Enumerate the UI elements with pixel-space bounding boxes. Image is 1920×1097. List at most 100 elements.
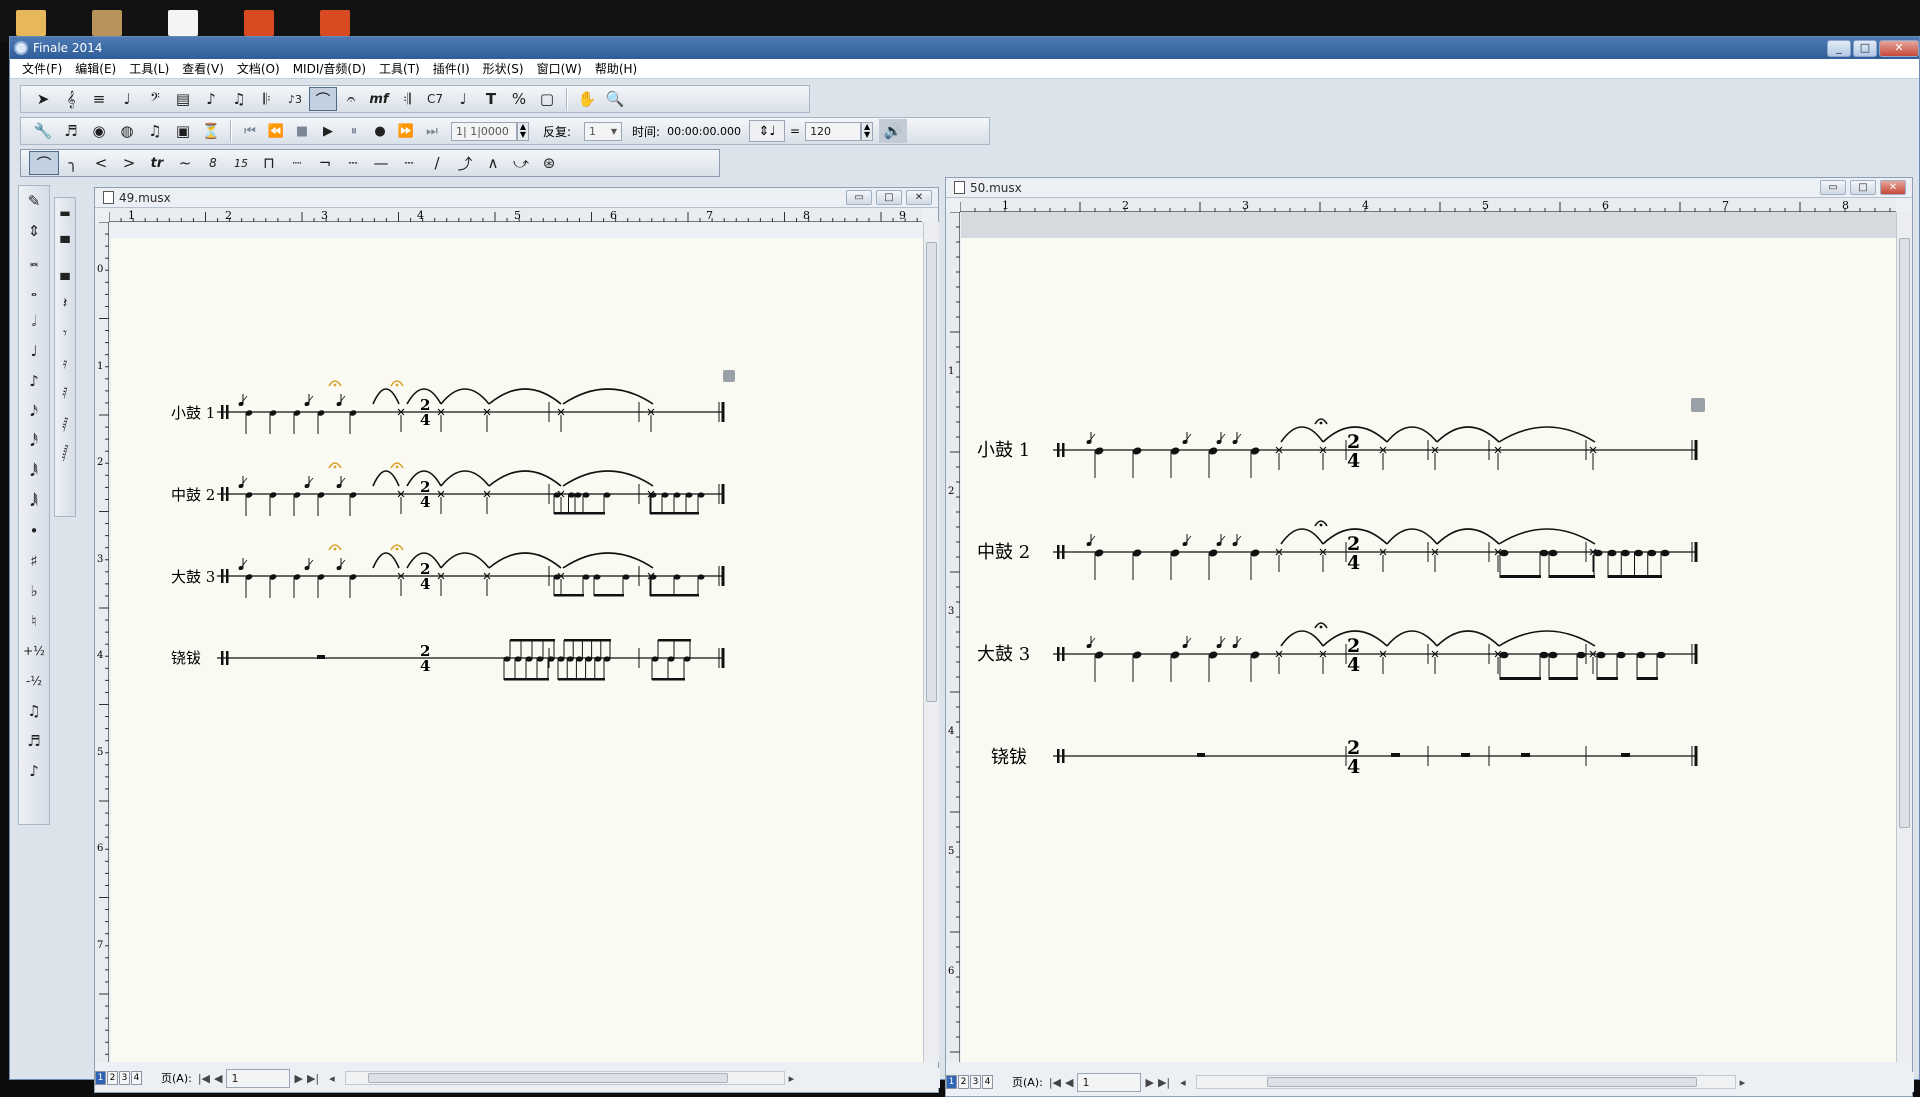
custom-line-icon[interactable]: ∧ bbox=[479, 151, 507, 175]
sharp-icon[interactable]: ♯ bbox=[19, 546, 49, 576]
horizontal-scrollbar-thumb[interactable] bbox=[367, 1073, 728, 1083]
bend-hat-icon[interactable]: ⤴ bbox=[451, 151, 479, 175]
menu-help[interactable]: 帮助(H) bbox=[595, 60, 637, 77]
whole-note-icon[interactable]: 𝅝 bbox=[19, 276, 49, 306]
score-page[interactable]: 小鼓 1 中鼓 2 大鼓 3 铙钹 24242424 bbox=[961, 238, 1896, 1062]
menu-view[interactable]: 查看(V) bbox=[182, 60, 224, 77]
thirtysecond-rest-icon[interactable]: 𝅀 bbox=[55, 378, 75, 408]
pitch-icon[interactable]: ⇕ bbox=[19, 216, 49, 246]
doc-close-button[interactable]: ✕ bbox=[906, 190, 932, 205]
trill-icon[interactable]: tr bbox=[143, 151, 171, 175]
menu-tools-l[interactable]: 工具(L) bbox=[129, 60, 169, 77]
page-number-field[interactable]: 1 bbox=[226, 1068, 291, 1088]
dashed-slur-icon[interactable]: ╮ bbox=[59, 151, 87, 175]
tempo-note-select[interactable]: ⇕♩ bbox=[749, 120, 785, 142]
articulation-tool-icon[interactable]: 𝄐 bbox=[337, 87, 365, 111]
dashed-line-icon[interactable]: ┄ bbox=[395, 151, 423, 175]
first-page-button[interactable]: |◀ bbox=[1049, 1076, 1061, 1089]
page-tab[interactable]: 4 bbox=[131, 1071, 142, 1085]
line-icon[interactable]: — bbox=[367, 151, 395, 175]
horizontal-scrollbar[interactable] bbox=[344, 1071, 785, 1085]
minimize-button[interactable]: _ bbox=[1827, 39, 1851, 57]
metronome-icon[interactable]: ⏳ bbox=[197, 119, 225, 143]
vertical-scrollbar[interactable] bbox=[923, 222, 939, 1062]
simple-entry-icon[interactable]: ≡ bbox=[85, 87, 113, 111]
doc-minimize-button[interactable]: ▭ bbox=[1820, 180, 1846, 195]
menu-tools-t[interactable]: 工具(T) bbox=[379, 60, 420, 77]
prev-page-button[interactable]: ◀ bbox=[1065, 1076, 1073, 1089]
wrench-icon[interactable]: 🔧 bbox=[29, 119, 57, 143]
bracket-icon[interactable]: ⊓ bbox=[255, 151, 283, 175]
quarter-rest-icon[interactable]: 𝄽 bbox=[55, 288, 75, 318]
selection-tool-icon[interactable]: ➤ bbox=[29, 87, 57, 111]
thirtysecond-note-icon[interactable]: 𝅘𝅥𝅰 bbox=[19, 426, 49, 456]
score-canvas[interactable]: 小鼓 1 中鼓 2 大鼓 3 铙钹 24242424 bbox=[961, 238, 1896, 1062]
clef-tool-icon[interactable]: 𝄢 bbox=[141, 87, 169, 111]
fast-forward-icon[interactable]: ⏩ bbox=[393, 120, 419, 142]
page-number-field[interactable]: 1 bbox=[1077, 1072, 1142, 1092]
last-page-button[interactable]: ▶| bbox=[1158, 1076, 1170, 1089]
speaker-icon[interactable]: 🔊 bbox=[879, 119, 908, 143]
measure-counter-field[interactable]: 1| 1|0000 bbox=[451, 121, 517, 141]
trill-extension-icon[interactable]: ∼ bbox=[171, 151, 199, 175]
eighth-note-icon[interactable]: ♪ bbox=[19, 366, 49, 396]
sixteenth-rest-icon[interactable]: 𝄿 bbox=[55, 348, 75, 378]
next-page-button[interactable]: ▶ bbox=[1145, 1076, 1153, 1089]
onetwentyeighth-note-icon[interactable]: 𝅘𝅥𝅲 bbox=[19, 486, 49, 516]
midi-icon[interactable]: ♬ bbox=[57, 119, 85, 143]
next-page-button[interactable]: ▶ bbox=[294, 1072, 302, 1085]
quindicesima-icon[interactable]: 15 bbox=[227, 151, 255, 175]
crescendo-icon[interactable]: < bbox=[87, 151, 115, 175]
pause-icon[interactable]: ⏸ bbox=[341, 120, 367, 142]
menu-file[interactable]: 文件(F) bbox=[22, 60, 62, 77]
tempo-spinner[interactable]: ▲ ▼ bbox=[861, 121, 874, 141]
rewind-start-icon[interactable]: ⏮ bbox=[237, 120, 263, 142]
expression-tool-icon[interactable]: mf bbox=[365, 87, 393, 111]
repeat-select[interactable]: 1 ▼ bbox=[584, 121, 623, 141]
glissando-icon[interactable]: / bbox=[423, 151, 451, 175]
whole-rest-icon[interactable]: ▀ bbox=[55, 228, 75, 258]
record-setup-icon[interactable]: ▣ bbox=[169, 119, 197, 143]
menu-window[interactable]: 窗口(W) bbox=[537, 60, 582, 77]
mirror-tool-icon[interactable]: 𝄆 bbox=[253, 87, 281, 111]
decrescendo-icon[interactable]: > bbox=[115, 151, 143, 175]
powerpoint-file-icon[interactable] bbox=[314, 6, 358, 40]
counter-spinner[interactable]: ▲ ▼ bbox=[517, 121, 529, 141]
scroll-left-arrow[interactable]: ◂ bbox=[1180, 1076, 1186, 1089]
horizontal-scrollbar[interactable] bbox=[1195, 1075, 1736, 1089]
note-tool-icon[interactable]: ♪ bbox=[197, 87, 225, 111]
page-tab[interactable]: 3 bbox=[119, 1071, 130, 1085]
last-page-button[interactable]: ▶| bbox=[307, 1072, 319, 1085]
menu-document[interactable]: 文档(O) bbox=[237, 60, 280, 77]
menu-midi-audio[interactable]: MIDI/音频(D) bbox=[293, 60, 366, 77]
powerpoint-file-icon[interactable] bbox=[238, 6, 282, 40]
rewind-icon[interactable]: ⏪ bbox=[263, 120, 289, 142]
doc-close-button[interactable]: ✕ bbox=[1880, 180, 1906, 195]
text-tool-icon[interactable]: T bbox=[477, 87, 505, 111]
doc-minimize-button[interactable]: ▭ bbox=[846, 190, 872, 205]
tuplet-icon[interactable]: ♬ bbox=[19, 726, 49, 756]
doc-maximize-button[interactable]: □ bbox=[1850, 180, 1876, 195]
tab-slide-icon[interactable]: ⤻ bbox=[507, 151, 535, 175]
scroll-right-arrow[interactable]: ▸ bbox=[1740, 1076, 1746, 1089]
half-rest-icon[interactable]: ▄ bbox=[55, 258, 75, 288]
scroll-right-arrow[interactable]: ▸ bbox=[789, 1072, 795, 1085]
eraser-icon[interactable]: ✎ bbox=[19, 186, 49, 216]
custom-shape-icon[interactable]: ⊛ bbox=[535, 151, 563, 175]
first-page-button[interactable]: |◀ bbox=[198, 1072, 210, 1085]
flat-icon[interactable]: ♭ bbox=[19, 576, 49, 606]
vertical-scrollbar-thumb[interactable] bbox=[926, 242, 937, 702]
sixtyfourth-note-icon[interactable]: 𝅘𝅥𝅱 bbox=[19, 456, 49, 486]
eighth-rest-icon[interactable]: 𝄾 bbox=[55, 318, 75, 348]
breve-icon[interactable]: 𝅜 bbox=[19, 246, 49, 276]
maximize-button[interactable]: □ bbox=[1853, 39, 1877, 57]
vertical-scrollbar[interactable] bbox=[1896, 212, 1912, 1062]
hand-grabber-icon[interactable]: ✋ bbox=[573, 87, 601, 111]
dot-icon[interactable]: • bbox=[19, 516, 49, 546]
score-page[interactable]: 小鼓 1 中鼓 2 大鼓 3 铙钹 24242424 bbox=[111, 238, 923, 1062]
breve-rest-icon[interactable]: ▬ bbox=[55, 198, 75, 228]
grace-note-icon[interactable]: ♪ bbox=[19, 756, 49, 786]
record-icon[interactable]: ● bbox=[367, 120, 393, 142]
folder-video-icon[interactable] bbox=[86, 6, 130, 40]
page-tab[interactable]: 2 bbox=[958, 1075, 969, 1089]
